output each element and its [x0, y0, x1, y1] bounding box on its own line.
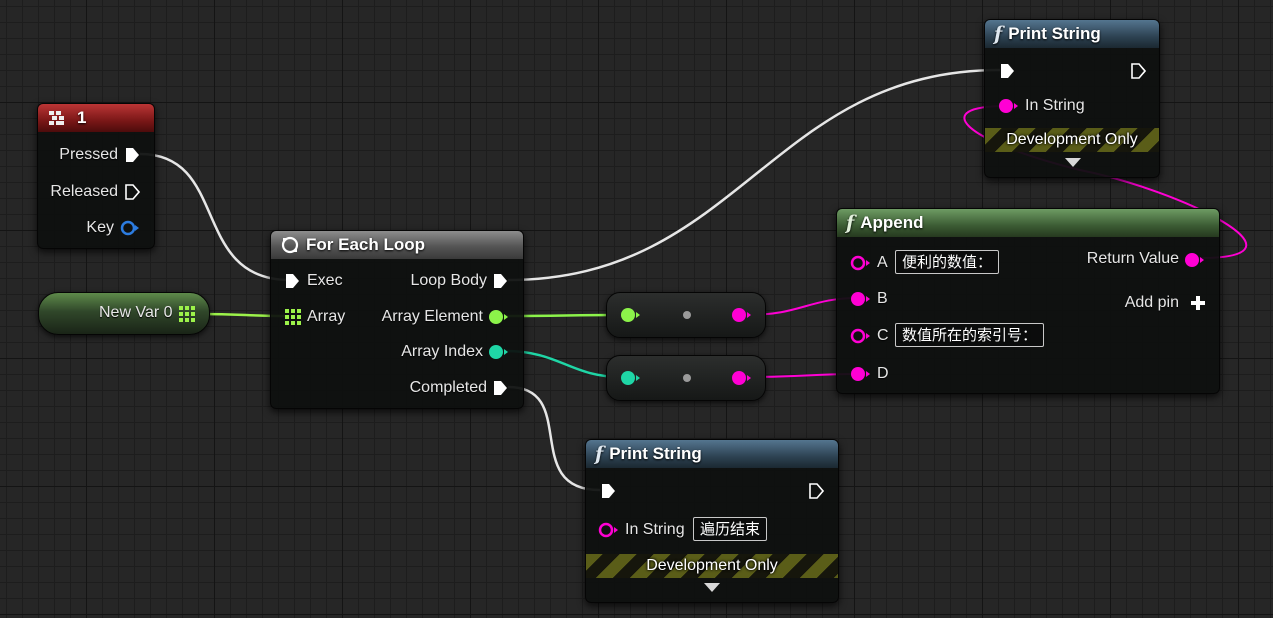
append-pin-b[interactable] [850, 290, 872, 308]
exec-pin-out[interactable] [808, 482, 824, 500]
append-pin-a-label: A [877, 254, 888, 271]
exec-pin-out[interactable] [1130, 62, 1146, 80]
variable-label: New Var 0 [99, 304, 173, 321]
pin-label-key: Key [86, 219, 114, 236]
expand-arrow-icon[interactable] [1065, 158, 1081, 167]
for-each-loop-title: For Each Loop [306, 235, 425, 254]
array-grid-icon[interactable] [179, 306, 195, 322]
key-event-title: 1 [77, 108, 87, 127]
append-header[interactable]: f Append [837, 209, 1219, 237]
pin-label-array-element: Array Element [381, 308, 483, 325]
pin-label-array: Array [307, 308, 346, 325]
conversion-node-index-to-string[interactable] [606, 355, 766, 401]
development-only-label: Development Only [646, 557, 778, 574]
array-element-pin[interactable] [488, 308, 510, 326]
append-title: Append [860, 213, 924, 232]
conversion-output-pin[interactable] [730, 306, 754, 324]
function-icon: f [994, 23, 1003, 45]
conversion-output-pin[interactable] [730, 369, 754, 387]
append-pin-c-value[interactable]: 数值所在的索引号： [895, 323, 1045, 347]
pin-label-array-index: Array Index [401, 343, 483, 360]
expand-arrow-icon[interactable] [704, 583, 720, 592]
conversion-dot-icon [683, 311, 691, 319]
append-pin-a-value[interactable]: 便利的数值： [895, 250, 1000, 274]
append-pin-d-label: D [877, 365, 889, 382]
function-icon: f [846, 212, 855, 234]
array-pin-in[interactable] [285, 309, 301, 325]
print-string-bottom-header[interactable]: f Print String [586, 440, 838, 468]
exec-pin-pressed[interactable] [124, 146, 140, 164]
in-string-label: In String [1025, 97, 1085, 114]
append-pin-d[interactable] [850, 365, 872, 383]
wire-pressed-to-exec [139, 152, 291, 282]
conversion-input-pin[interactable] [619, 306, 643, 324]
print-string-top-title: Print String [1008, 24, 1101, 43]
key-event-node[interactable]: 1 Pressed Released Key [37, 103, 155, 249]
exec-pin-completed[interactable] [492, 379, 508, 397]
in-string-pin[interactable] [598, 521, 620, 539]
key-event-header[interactable]: 1 [38, 104, 154, 132]
in-string-label: In String [625, 521, 685, 538]
array-index-pin[interactable] [488, 343, 510, 361]
return-value-pin[interactable] [1184, 251, 1206, 269]
function-icon: f [595, 443, 604, 465]
print-string-bottom-title: Print String [609, 444, 702, 463]
append-node[interactable]: f Append A 便利的数值： B C 数值所在的索引号： D Return… [836, 208, 1220, 394]
key-event-icon [49, 111, 64, 125]
key-output-pin[interactable] [120, 219, 140, 237]
pin-label-loop-body: Loop Body [410, 272, 487, 289]
pin-label-exec: Exec [307, 272, 343, 289]
append-pin-a[interactable] [850, 254, 872, 272]
for-each-loop-node[interactable]: For Each Loop Exec Array Loop Body Array… [270, 230, 524, 409]
exec-pin-loop-body[interactable] [492, 272, 508, 290]
conversion-input-pin[interactable] [619, 369, 643, 387]
append-pin-c-label: C [877, 327, 889, 344]
add-pin-plus-icon[interactable] [1190, 295, 1206, 311]
return-value-label: Return Value [1086, 250, 1179, 267]
development-only-banner: Development Only [586, 554, 838, 578]
conversion-node-element-to-string[interactable] [606, 292, 766, 338]
pin-label-pressed: Pressed [59, 146, 118, 163]
development-only-label: Development Only [1006, 131, 1138, 148]
append-pin-b-label: B [877, 290, 888, 307]
development-only-banner: Development Only [985, 128, 1159, 152]
variable-node-new-var-0[interactable]: New Var 0 [38, 292, 210, 335]
print-string-node-top[interactable]: f Print String In String Development Onl… [984, 19, 1160, 178]
exec-pin-in[interactable] [600, 482, 616, 500]
for-each-loop-header[interactable]: For Each Loop [271, 231, 523, 259]
conversion-dot-icon [683, 374, 691, 382]
print-string-node-bottom[interactable]: f Print String In String 遍历结束 Developmen… [585, 439, 839, 603]
in-string-value[interactable]: 遍历结束 [693, 517, 768, 541]
loop-icon [281, 236, 299, 254]
exec-pin-in[interactable] [284, 272, 300, 290]
pin-label-released: Released [50, 183, 118, 200]
append-pin-c[interactable] [850, 327, 872, 345]
exec-pin-in[interactable] [999, 62, 1015, 80]
print-string-top-header[interactable]: f Print String [985, 20, 1159, 48]
pin-label-completed: Completed [409, 379, 487, 396]
in-string-pin[interactable] [998, 97, 1020, 115]
exec-pin-released[interactable] [124, 183, 140, 201]
add-pin-label[interactable]: Add pin [1125, 294, 1179, 312]
